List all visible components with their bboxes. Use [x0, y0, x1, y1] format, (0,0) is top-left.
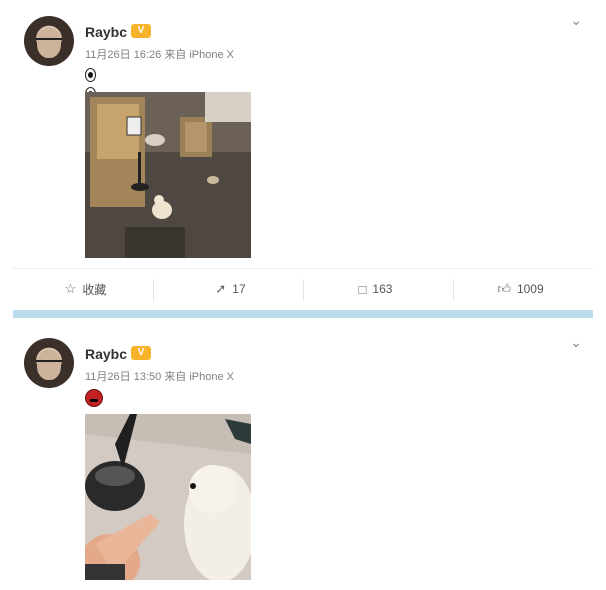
repost-count: 17	[232, 282, 246, 296]
comment-icon: □	[358, 281, 367, 297]
favorite-label: 收藏	[82, 282, 107, 297]
eyes-emoji-icon	[85, 68, 107, 101]
post-meta: 11月26日 16:26 来自 iPhone X	[85, 46, 234, 62]
post-source: 来自 iPhone X	[164, 371, 235, 383]
member-badge-icon: V	[131, 346, 151, 360]
comment-count: 163	[372, 282, 393, 296]
repost-button[interactable]: ➚ 17	[158, 269, 303, 309]
post-1: Raybc V 11月26日 16:26 来自 iPhone X ⌄ ☆ 收藏 …	[0, 0, 606, 308]
repost-icon: ➚	[215, 281, 227, 296]
post-photo[interactable]	[85, 92, 251, 258]
dog-photo-image	[85, 414, 251, 580]
username[interactable]: Raybc	[85, 346, 127, 362]
post-meta: 11月26日 13:50 来自 iPhone X	[85, 368, 234, 384]
avatar[interactable]	[24, 16, 74, 66]
post-2: Raybc V 11月26日 13:50 来自 iPhone X ⌄	[0, 318, 606, 590]
like-button[interactable]: 👍︎ 1009	[448, 269, 593, 309]
post-source: 来自 iPhone X	[164, 49, 235, 61]
like-count: 1009	[516, 282, 544, 296]
room-photo-image	[85, 92, 251, 258]
post-photo[interactable]	[85, 414, 251, 580]
thumbs-up-icon: 👍︎	[497, 281, 511, 296]
post-time[interactable]: 11月26日 16:26	[85, 49, 161, 61]
separator	[153, 279, 154, 301]
comment-button[interactable]: □ 163	[303, 269, 448, 309]
username[interactable]: Raybc	[85, 24, 127, 40]
post-divider	[13, 310, 593, 318]
chevron-down-icon[interactable]: ⌄	[570, 334, 582, 351]
action-bar: ☆ 收藏 ➚ 17 □ 163 👍︎ 1009	[13, 268, 593, 309]
post-time[interactable]: 11月26日 13:50	[85, 371, 161, 383]
favorite-button[interactable]: ☆ 收藏	[13, 269, 158, 309]
chevron-down-icon[interactable]: ⌄	[570, 12, 582, 29]
star-icon: ☆	[64, 281, 77, 296]
member-badge-icon: V	[131, 24, 151, 38]
avatar[interactable]	[24, 338, 74, 388]
angry-face-emoji-icon	[85, 389, 103, 407]
